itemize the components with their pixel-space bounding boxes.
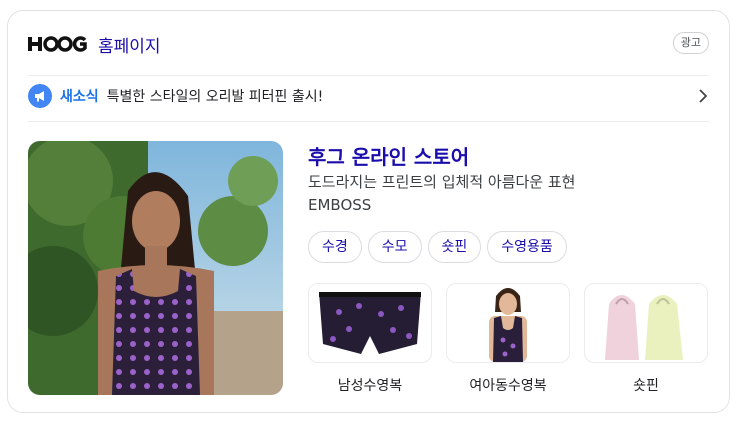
- divider: [28, 121, 709, 122]
- store-description: 도드라지는 프린트의 입체적 아름다운 표현 EMBOSS: [308, 171, 575, 217]
- news-row[interactable]: 새소식 특별한 스타일의 오리발 피터핀 출시!: [28, 83, 709, 109]
- ad-header: 홈페이지: [28, 32, 161, 57]
- ad-card: 홈페이지 광고 새소식 특별한 스타일의 오리발 피터핀 출시! 후그 온라인 …: [7, 10, 730, 413]
- ad-badge: 광고: [672, 32, 709, 54]
- product-item[interactable]: 숏핀: [584, 283, 708, 395]
- chip-swim-goods[interactable]: 수영용품: [487, 231, 567, 263]
- store-title-link[interactable]: 후그 온라인 스토어: [308, 141, 469, 170]
- product-label[interactable]: 숏핀: [633, 375, 659, 395]
- chip-swim-cap[interactable]: 수모: [367, 231, 422, 263]
- homepage-link[interactable]: 홈페이지: [98, 32, 161, 57]
- product-item[interactable]: 남성수영복: [308, 283, 432, 395]
- description-line: 도드라지는 프린트의 입체적 아름다운 표현: [308, 173, 576, 191]
- divider: [28, 75, 709, 76]
- product-thumbnail[interactable]: [308, 283, 432, 363]
- hero-image[interactable]: [28, 141, 283, 395]
- chip-short-fins[interactable]: 숏핀: [427, 231, 482, 263]
- description-line: EMBOSS: [308, 196, 372, 214]
- news-text: 특별한 스타일의 오리발 피터핀 출시!: [106, 89, 324, 105]
- category-chips: 수경 수모 숏핀 수영용품: [308, 231, 567, 263]
- product-list: 남성수영복 여아동수영복 숏핀: [308, 283, 708, 395]
- brand-logo[interactable]: [28, 35, 88, 53]
- product-item[interactable]: 여아동수영복: [446, 283, 570, 395]
- product-label[interactable]: 남성수영복: [338, 375, 402, 395]
- product-thumbnail[interactable]: [446, 283, 570, 363]
- chip-goggles[interactable]: 수경: [308, 231, 362, 263]
- news-tag: 새소식: [60, 89, 99, 105]
- product-thumbnail[interactable]: [584, 283, 708, 363]
- chevron-right-icon[interactable]: [697, 87, 709, 105]
- megaphone-icon: [28, 84, 52, 108]
- product-label[interactable]: 여아동수영복: [469, 375, 546, 395]
